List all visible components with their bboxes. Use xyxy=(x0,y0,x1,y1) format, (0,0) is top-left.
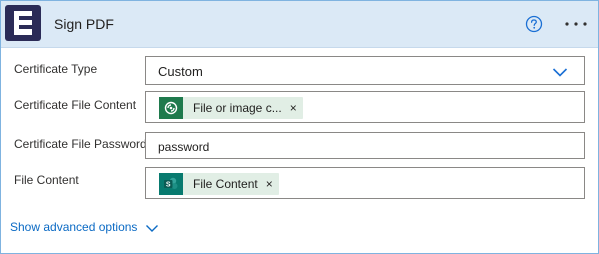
dynamic-content-token[interactable]: S File Content × xyxy=(159,173,279,195)
help-circle-icon[interactable] xyxy=(525,15,543,33)
certificate-type-label: Certificate Type xyxy=(14,62,98,76)
dynamic-content-token[interactable]: File or image c... × xyxy=(159,97,303,119)
sign-pdf-action-card: Sign PDF Certificate Type Custom Certifi xyxy=(0,0,599,254)
certificate-file-content-label: Certificate File Content xyxy=(14,98,137,112)
more-horizontal-icon[interactable] xyxy=(563,15,589,33)
certificate-file-content-field[interactable]: File or image c... × xyxy=(145,91,585,123)
certificate-file-password-label: Certificate File Password xyxy=(14,137,147,151)
token-label: File or image c... xyxy=(193,101,282,115)
svg-text:S: S xyxy=(166,182,171,189)
remove-token-icon[interactable]: × xyxy=(290,101,297,115)
show-advanced-options-link[interactable]: Show advanced options xyxy=(10,220,159,234)
token-label: File Content xyxy=(193,177,258,191)
file-content-label: File Content xyxy=(14,173,79,187)
password-value: password xyxy=(158,140,210,154)
sharepoint-icon: S xyxy=(159,173,183,195)
show-advanced-options-label: Show advanced options xyxy=(10,220,138,234)
remove-token-icon[interactable]: × xyxy=(266,177,273,191)
app-logo-icon xyxy=(5,5,41,41)
action-title: Sign PDF xyxy=(54,16,114,32)
certificate-type-dropdown[interactable]: Custom xyxy=(145,56,585,85)
chevron-down-icon[interactable] xyxy=(552,65,568,77)
file-content-field[interactable]: S File Content × xyxy=(145,167,585,199)
card-header[interactable]: Sign PDF xyxy=(1,1,598,48)
certificate-file-password-input[interactable]: password xyxy=(145,132,585,159)
dataverse-icon xyxy=(159,97,183,119)
certificate-type-value: Custom xyxy=(158,64,203,79)
chevron-down-icon xyxy=(145,222,159,232)
